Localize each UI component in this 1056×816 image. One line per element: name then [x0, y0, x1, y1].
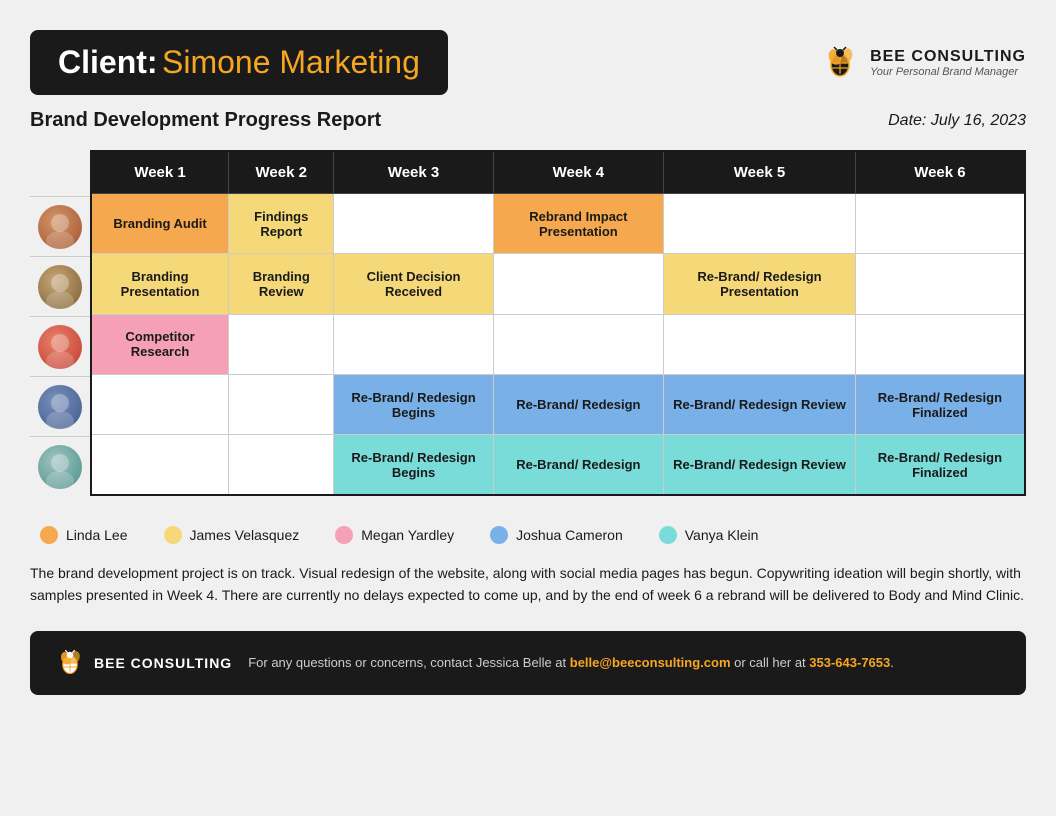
gantt-cell: Client Decision Received	[334, 254, 493, 314]
sub-header: Brand Development Progress Report Date: …	[30, 109, 1026, 132]
avatar	[38, 265, 82, 309]
avatar	[38, 325, 82, 369]
legend-dot	[659, 526, 677, 544]
legend-label: Vanya Klein	[685, 527, 759, 543]
gantt-cell: Re-Brand/ Redesign Review	[664, 435, 856, 495]
gantt-cell	[229, 435, 334, 495]
legend-dot	[40, 526, 58, 544]
footer: BEE CONSULTING For any questions or conc…	[30, 631, 1026, 695]
avatar-spacer	[30, 150, 90, 196]
gantt-cell	[664, 194, 856, 254]
footer-call-text: or call her at	[731, 655, 810, 670]
gantt-thead: Week 1Week 2Week 3Week 4Week 5Week 6	[91, 151, 1025, 194]
gantt-cell: Rebrand Impact Presentation	[493, 194, 664, 254]
footer-company-name: BEE CONSULTING	[94, 655, 232, 671]
gantt-cell: Re-Brand/ Redesign Review	[664, 374, 856, 434]
gantt-cell: Re-Brand/ Redesign	[493, 374, 664, 434]
footer-bee-icon	[54, 647, 86, 679]
footer-contact-prefix: For any questions or concerns, contact J…	[248, 655, 570, 670]
week-header: Week 6	[855, 151, 1025, 194]
logo-area: BEE CONSULTING Your Personal Brand Manag…	[820, 43, 1026, 83]
logo-text: BEE CONSULTING Your Personal Brand Manag…	[870, 48, 1026, 78]
gantt-cell	[493, 254, 664, 314]
legend-item: Vanya Klein	[659, 526, 759, 544]
report-title: Brand Development Progress Report	[30, 109, 381, 132]
avatar-cell	[30, 256, 90, 316]
avatar	[38, 205, 82, 249]
gantt-cell	[664, 314, 856, 374]
client-label: Client:	[58, 44, 158, 80]
client-title-box: Client: Simone Marketing	[30, 30, 448, 95]
legend-dot	[335, 526, 353, 544]
gantt-cell: Re-Brand/ Redesign Presentation	[664, 254, 856, 314]
gantt-wrapper: Week 1Week 2Week 3Week 4Week 5Week 6 Bra…	[30, 150, 1026, 496]
gantt-cell	[493, 314, 664, 374]
date-label: Date: July 16, 2023	[888, 112, 1026, 130]
week-header: Week 4	[493, 151, 664, 194]
bee-icon	[820, 43, 860, 83]
avatar	[38, 385, 82, 429]
footer-phone[interactable]: 353-643-7653	[809, 655, 890, 670]
legend-item: Joshua Cameron	[490, 526, 623, 544]
table-row: Re-Brand/ Redesign BeginsRe-Brand/ Redes…	[91, 435, 1025, 495]
avatar-column	[30, 150, 90, 496]
week-header-row: Week 1Week 2Week 3Week 4Week 5Week 6	[91, 151, 1025, 194]
gantt-cell	[855, 254, 1025, 314]
gantt-cell	[91, 435, 229, 495]
company-name: BEE CONSULTING	[870, 48, 1026, 66]
footer-email[interactable]: belle@beeconsulting.com	[570, 655, 731, 670]
week-header: Week 3	[334, 151, 493, 194]
week-header: Week 1	[91, 151, 229, 194]
legend-item: James Velasquez	[164, 526, 300, 544]
table-row: Competitor Research	[91, 314, 1025, 374]
footer-logo: BEE CONSULTING	[54, 647, 232, 679]
company-tagline: Your Personal Brand Manager	[870, 66, 1026, 78]
gantt-cell	[229, 374, 334, 434]
legend-item: Linda Lee	[40, 526, 128, 544]
gantt-cell: Branding Audit	[91, 194, 229, 254]
table-row: Branding PresentationBranding ReviewClie…	[91, 254, 1025, 314]
header-row: Client: Simone Marketing BEE CONSULTING …	[30, 30, 1026, 95]
avatar-cell	[30, 316, 90, 376]
avatar-cell	[30, 376, 90, 436]
legend-label: James Velasquez	[190, 527, 300, 543]
legend-label: Joshua Cameron	[516, 527, 623, 543]
week-header: Week 5	[664, 151, 856, 194]
gantt-cell: Re-Brand/ Redesign Begins	[334, 374, 493, 434]
gantt-cell: Re-Brand/ Redesign Finalized	[855, 435, 1025, 495]
gantt-cell	[229, 314, 334, 374]
legend-label: Megan Yardley	[361, 527, 454, 543]
gantt-cell	[91, 374, 229, 434]
gantt-tbody: Branding AuditFindings Report Rebrand Imp…	[91, 194, 1025, 496]
gantt-cell	[334, 314, 493, 374]
gantt-cell: Competitor Research	[91, 314, 229, 374]
gantt-cell: Findings Report	[229, 194, 334, 254]
legend: Linda Lee James Velasquez Megan Yardley Jos…	[30, 526, 1026, 544]
gantt-cell: Branding Review	[229, 254, 334, 314]
gantt-cell: Branding Presentation	[91, 254, 229, 314]
legend-dot	[490, 526, 508, 544]
gantt-cell: Re-Brand/ Redesign Begins	[334, 435, 493, 495]
gantt-cell	[855, 194, 1025, 254]
legend-label: Linda Lee	[66, 527, 128, 543]
footer-contact-text: For any questions or concerns, contact J…	[248, 655, 894, 670]
week-header: Week 2	[229, 151, 334, 194]
gantt-cell: Re-Brand/ Redesign	[493, 435, 664, 495]
legend-item: Megan Yardley	[335, 526, 454, 544]
avatar-cell	[30, 436, 90, 496]
gantt-cell: Re-Brand/ Redesign Finalized	[855, 374, 1025, 434]
avatar-cell	[30, 196, 90, 256]
footer-end: .	[890, 655, 894, 670]
gantt-cell	[855, 314, 1025, 374]
page: Client: Simone Marketing BEE CONSULTING …	[30, 30, 1026, 695]
legend-dot	[164, 526, 182, 544]
table-row: Branding AuditFindings Report Rebrand Imp…	[91, 194, 1025, 254]
description: The brand development project is on trac…	[30, 562, 1026, 607]
avatar	[38, 445, 82, 489]
gantt-cell	[334, 194, 493, 254]
table-row: Re-Brand/ Redesign BeginsRe-Brand/ Redes…	[91, 374, 1025, 434]
gantt-table: Week 1Week 2Week 3Week 4Week 5Week 6 Bra…	[90, 150, 1026, 496]
client-name: Simone Marketing	[162, 44, 420, 80]
